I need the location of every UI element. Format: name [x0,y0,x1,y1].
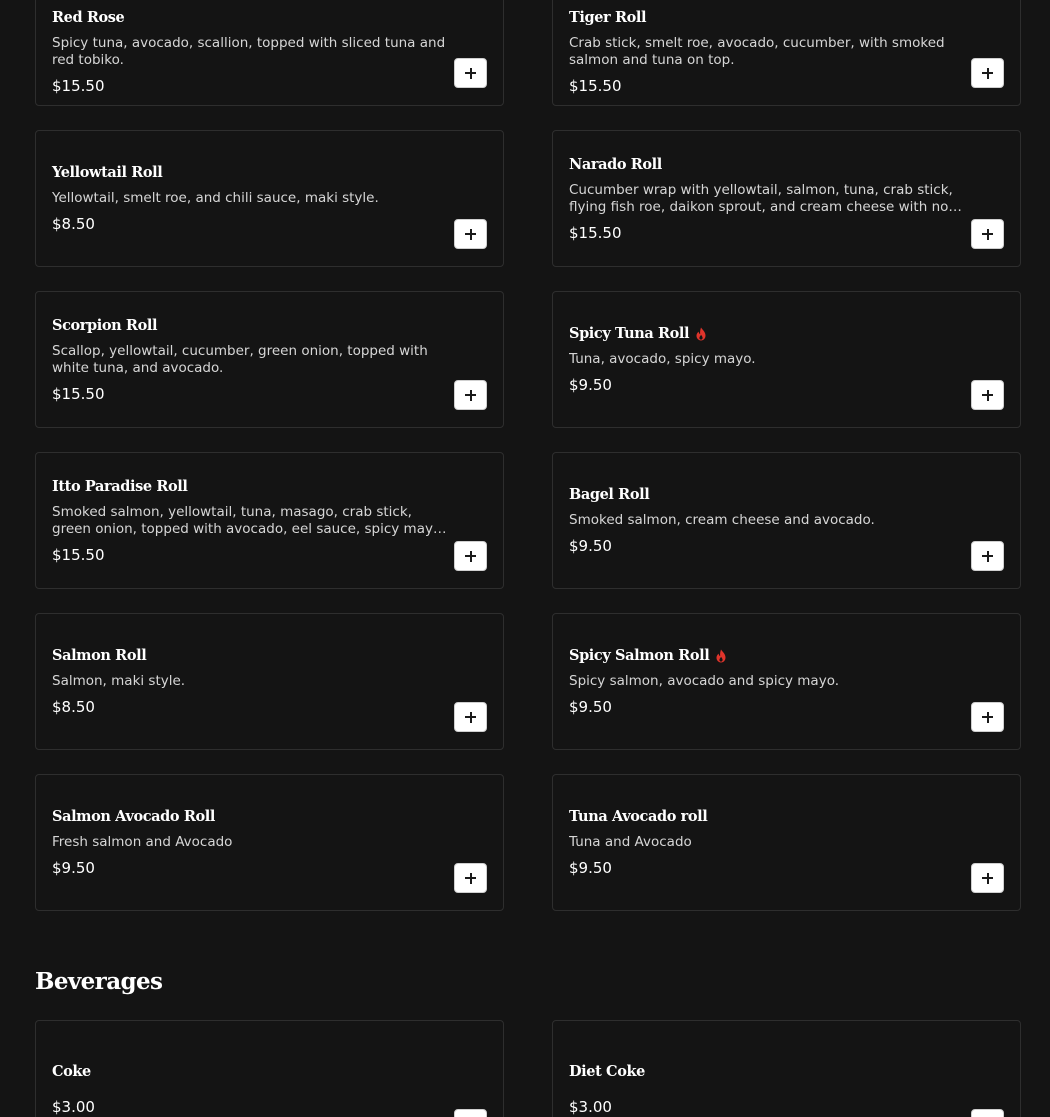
menu-item-card[interactable]: Tuna Avocado roll Tuna and Avocado $9.50 [552,774,1021,911]
add-to-cart-button[interactable] [454,702,487,732]
item-price: $15.50 [52,545,105,564]
item-name: Narado Roll [569,155,662,173]
plus-icon [465,550,476,562]
item-name: Bagel Roll [569,486,650,503]
item-description: Crab stick, smelt roe, avocado, cucumber… [569,34,945,68]
menu-item-card[interactable]: Itto Paradise Roll Smoked salmon, yellow… [35,452,504,589]
menu-item-card[interactable]: Red Rose Spicy tuna, avocado, scallion, … [35,0,504,106]
item-name: Tiger Roll [569,8,647,26]
plus-icon [982,389,993,401]
item-price: $9.50 [569,698,612,716]
add-to-cart-button[interactable] [971,541,1004,571]
add-to-cart-button[interactable] [454,219,487,249]
plus-icon [982,550,993,562]
add-to-cart-button[interactable] [454,1109,487,1117]
add-to-cart-button[interactable] [971,58,1004,88]
item-price: $9.50 [569,376,612,394]
item-name: Tuna Avocado roll [569,808,708,825]
plus-icon [465,389,476,401]
add-to-cart-button[interactable] [454,58,487,88]
plus-icon [465,228,476,240]
add-to-cart-button[interactable] [971,380,1004,410]
add-to-cart-button[interactable] [971,219,1004,249]
item-name: Salmon Roll [52,647,147,664]
item-description: Scallop, yellowtail, cucumber, green oni… [52,342,428,376]
item-name: Red Rose [52,8,125,26]
item-name: Itto Paradise Roll [52,477,188,495]
menu-item-card[interactable]: Salmon Roll Salmon, maki style. $8.50 [35,613,504,750]
item-description: Smoked salmon, cream cheese and avocado. [569,512,875,528]
item-name: Diet Coke [569,1063,645,1080]
menu-item-card[interactable]: Spicy Tuna Roll Tuna, avocado, spicy may… [552,291,1021,428]
item-name-row: Spicy Salmon Roll [569,647,970,665]
plus-icon [982,67,993,79]
plus-icon [465,711,476,723]
menu-item-card[interactable]: Coke $3.00 [35,1020,504,1117]
menu-item-card[interactable]: Bagel Roll Smoked salmon, cream cheese a… [552,452,1021,589]
item-name: Spicy Tuna Roll [569,325,690,342]
menu-item-card[interactable]: Yellowtail Roll Yellowtail, smelt roe, a… [35,130,504,267]
add-to-cart-button[interactable] [971,1109,1004,1117]
plus-icon [982,872,993,884]
menu-item-card[interactable]: Salmon Avocado Roll Fresh salmon and Avo… [35,774,504,911]
item-price: $15.50 [569,76,622,95]
item-price: $15.50 [52,384,105,403]
add-to-cart-button[interactable] [971,702,1004,732]
menu-item-card[interactable]: Tiger Roll Crab stick, smelt roe, avocad… [552,0,1021,106]
item-description: Tuna and Avocado [569,834,692,850]
flame-icon [716,649,726,663]
add-to-cart-button[interactable] [454,380,487,410]
flame-icon [696,327,706,341]
item-price: $8.50 [52,698,95,716]
menu-item-card[interactable]: Diet Coke $3.00 [552,1020,1021,1117]
item-description: Yellowtail, smelt roe, and chili sauce, … [52,190,379,206]
item-description: Fresh salmon and Avocado [52,834,233,850]
item-description: Cucumber wrap with yellowtail, salmon, t… [569,181,953,215]
item-name: Spicy Salmon Roll [569,647,710,664]
menu-item-card[interactable]: Scorpion Roll Scallop, yellowtail, cucum… [35,291,504,428]
plus-icon [465,67,476,79]
section-title-beverages: Beverages [35,968,163,995]
item-name: Salmon Avocado Roll [52,808,215,825]
menu-item-card[interactable]: Spicy Salmon Roll Spicy salmon, avocado … [552,613,1021,750]
plus-icon [982,228,993,240]
item-price: $9.50 [52,859,95,877]
item-price: $3.00 [569,1098,612,1116]
item-name: Yellowtail Roll [52,164,163,181]
item-description: Smoked salmon, yellowtail, tuna, masago,… [52,503,442,537]
item-description: Salmon, maki style. [52,673,186,689]
add-to-cart-button[interactable] [454,541,487,571]
add-to-cart-button[interactable] [971,863,1004,893]
item-price: $15.50 [52,76,105,95]
item-description: Spicy salmon, avocado and spicy mayo. [569,673,840,689]
add-to-cart-button[interactable] [454,863,487,893]
item-price: $9.50 [569,859,612,877]
item-description: Tuna, avocado, spicy mayo. [569,351,756,367]
item-name-row: Spicy Tuna Roll [569,325,970,343]
item-price: $9.50 [569,537,612,555]
item-name: Coke [52,1063,91,1080]
item-price: $15.50 [569,223,622,242]
item-description: Spicy tuna, avocado, scallion, topped wi… [52,34,446,68]
plus-icon [982,711,993,723]
item-name: Scorpion Roll [52,316,158,334]
item-price: $8.50 [52,215,95,233]
menu-item-card[interactable]: Narado Roll Cucumber wrap with yellowtai… [552,130,1021,267]
plus-icon [465,872,476,884]
item-price: $3.00 [52,1098,95,1116]
